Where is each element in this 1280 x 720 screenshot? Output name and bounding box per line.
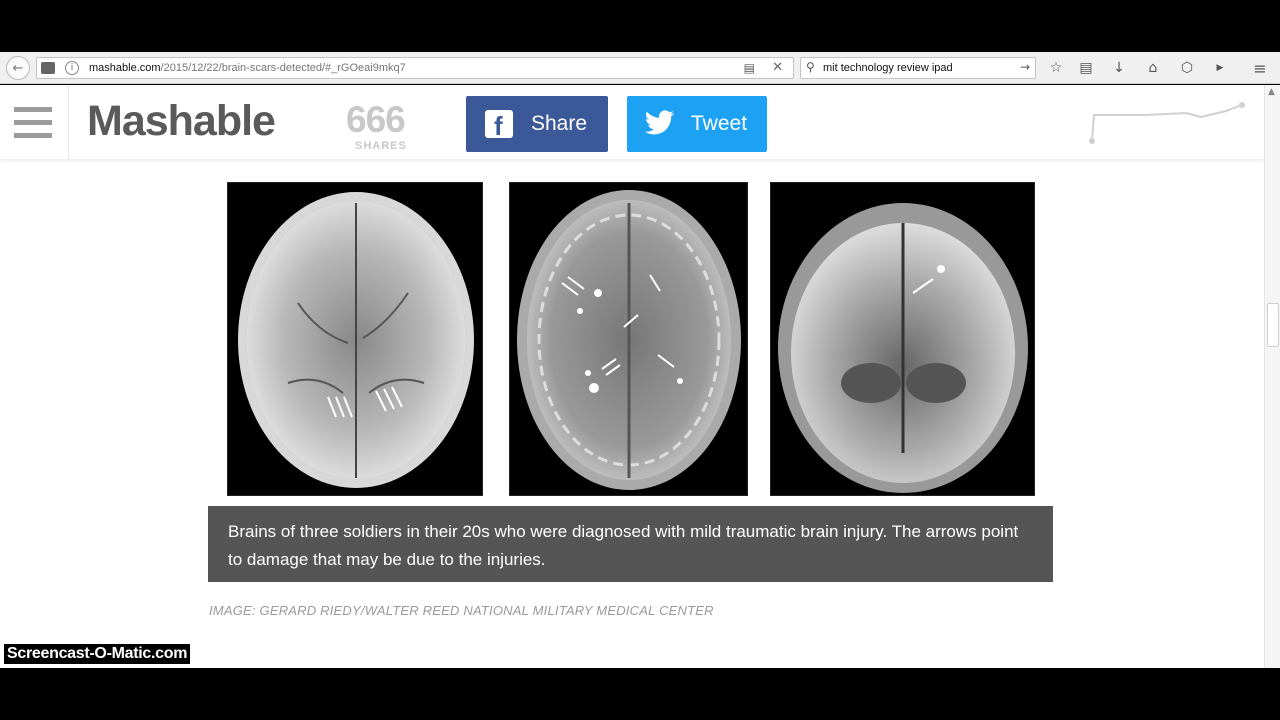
mri-scan-3 [770, 182, 1035, 496]
facebook-share-button[interactable]: f Share [466, 96, 608, 152]
url-bar[interactable]: i mashable.com/2015/12/22/brain-scars-de… [36, 57, 794, 79]
search-go-icon[interactable]: → [1020, 60, 1030, 74]
scrollbar-thumb[interactable] [1267, 303, 1279, 347]
recording-watermark: Screencast-O-Matic.com [4, 644, 191, 664]
back-icon[interactable]: ← [6, 56, 30, 80]
site-icon [41, 62, 55, 74]
share-label: Share [531, 112, 588, 135]
hamburger-menu-icon[interactable] [14, 103, 52, 141]
url-host: mashable.com [89, 62, 161, 74]
stop-icon[interactable]: ✕ [772, 60, 783, 75]
mri-scan-1 [227, 182, 483, 496]
twitter-tweet-button[interactable]: Tweet [627, 96, 767, 152]
site-logo[interactable]: Mashable [87, 97, 276, 146]
shares-count: 666 [346, 99, 406, 140]
page-scrollbar[interactable]: ▲ [1264, 85, 1280, 668]
facebook-icon: f [485, 110, 513, 141]
browser-toolbar: ← i mashable.com/2015/12/22/brain-scars-… [0, 52, 1280, 84]
mri-scan-2 [509, 182, 748, 496]
pocket-icon[interactable]: ⬡ [1177, 58, 1197, 78]
library-icon[interactable]: ▤ [1076, 58, 1096, 78]
image-credit: IMAGE: GERARD RIEDY/WALTER REED NATIONAL… [209, 603, 714, 618]
search-input[interactable]: mit technology review ipad [823, 62, 953, 74]
caption-text: Brains of three soldiers in their 20s wh… [228, 522, 1019, 569]
youtube-icon[interactable]: ▶ [1210, 58, 1230, 78]
url-text: mashable.com/2015/12/22/brain-scars-dete… [89, 62, 406, 74]
home-icon[interactable]: ⌂ [1143, 58, 1163, 78]
search-icon: ⚲ [806, 60, 815, 74]
search-bar[interactable]: ⚲ mit technology review ipad → [800, 57, 1036, 79]
scroll-up-icon[interactable]: ▲ [1268, 87, 1275, 97]
info-icon[interactable]: i [65, 61, 79, 75]
url-path: /2015/12/22/brain-scars-detected/#_rGOea… [160, 62, 406, 74]
site-header: Mashable 666 SHARES f Share Tweet [0, 85, 1264, 159]
shares-label: SHARES [355, 140, 407, 152]
trend-line-graphic [1089, 102, 1245, 144]
menu-icon[interactable]: ≡ [1250, 58, 1270, 78]
reader-view-icon[interactable]: ▤ [744, 61, 755, 75]
web-page: Mashable 666 SHARES f Share Tweet Brains… [0, 85, 1264, 668]
header-divider [68, 85, 69, 159]
download-icon[interactable]: ↓ [1109, 58, 1129, 78]
letterbox-bottom [0, 668, 1280, 720]
twitter-bird-icon [645, 110, 675, 135]
image-caption: Brains of three soldiers in their 20s wh… [208, 506, 1053, 582]
letterbox-top [0, 0, 1280, 52]
bookmark-star-icon[interactable]: ☆ [1046, 58, 1066, 78]
tweet-label: Tweet [691, 112, 748, 135]
